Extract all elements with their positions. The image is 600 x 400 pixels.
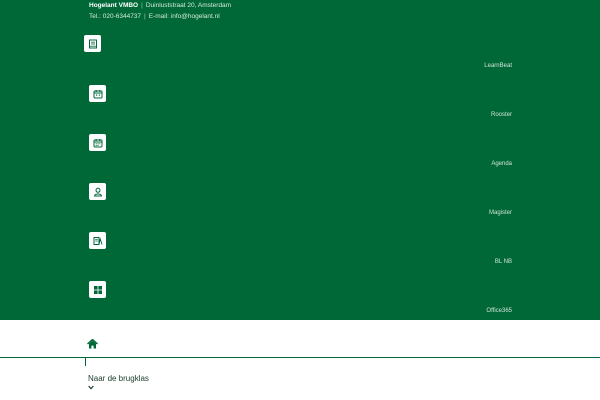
nav-divider — [0, 357, 600, 358]
document-icon — [93, 236, 103, 246]
learnbeat-link-tile[interactable] — [84, 35, 101, 52]
rooster-link-label[interactable]: Rooster — [491, 111, 512, 119]
contact-line-phone-email: Tel.: 020-6344737 | E-mail: info@hogelant.… — [89, 12, 220, 21]
separator: | — [141, 2, 143, 9]
chevron-down-icon[interactable] — [88, 385, 94, 390]
office365-link-tile[interactable] — [89, 281, 106, 298]
user-icon — [93, 187, 103, 197]
agenda-link-label[interactable]: Agenda — [491, 160, 512, 168]
magister-link-tile[interactable] — [89, 183, 106, 200]
calendar-icon — [93, 89, 103, 99]
office-icon — [93, 285, 103, 295]
magister-link-label[interactable]: Magister — [489, 209, 512, 217]
separator: | — [144, 13, 146, 20]
book-icon — [88, 39, 98, 49]
office365-link-label[interactable]: Office365 — [486, 307, 512, 315]
agenda-link-tile[interactable] — [89, 134, 106, 151]
bl-nb-link-tile[interactable] — [89, 232, 106, 249]
rooster-link-tile[interactable] — [89, 85, 106, 102]
school-name: Hogelant VMBO — [89, 2, 139, 9]
learnbeat-link-label[interactable]: LearnBeat — [484, 62, 512, 70]
email-text[interactable]: E-mail: info@hogelant.nl — [149, 13, 220, 20]
address-text: Duinluststraat 20, Amsterdam — [145, 2, 232, 9]
home-icon[interactable] — [87, 339, 98, 349]
agenda-icon — [93, 138, 103, 148]
contact-line-address: Hogelant VMBO | Duinluststraat 20, Amsterd… — [89, 1, 231, 10]
header-banner: Hogelant VMBO | Duinluststraat 20, Amsterd… — [0, 0, 600, 320]
bl-nb-link-label[interactable]: BL NB — [495, 258, 512, 266]
menu-item-naar-de-brugklas[interactable]: Naar de brugklas — [88, 374, 149, 383]
phone-text[interactable]: Tel.: 020-6344737 — [89, 13, 141, 20]
nav-divider-tick — [85, 358, 86, 366]
